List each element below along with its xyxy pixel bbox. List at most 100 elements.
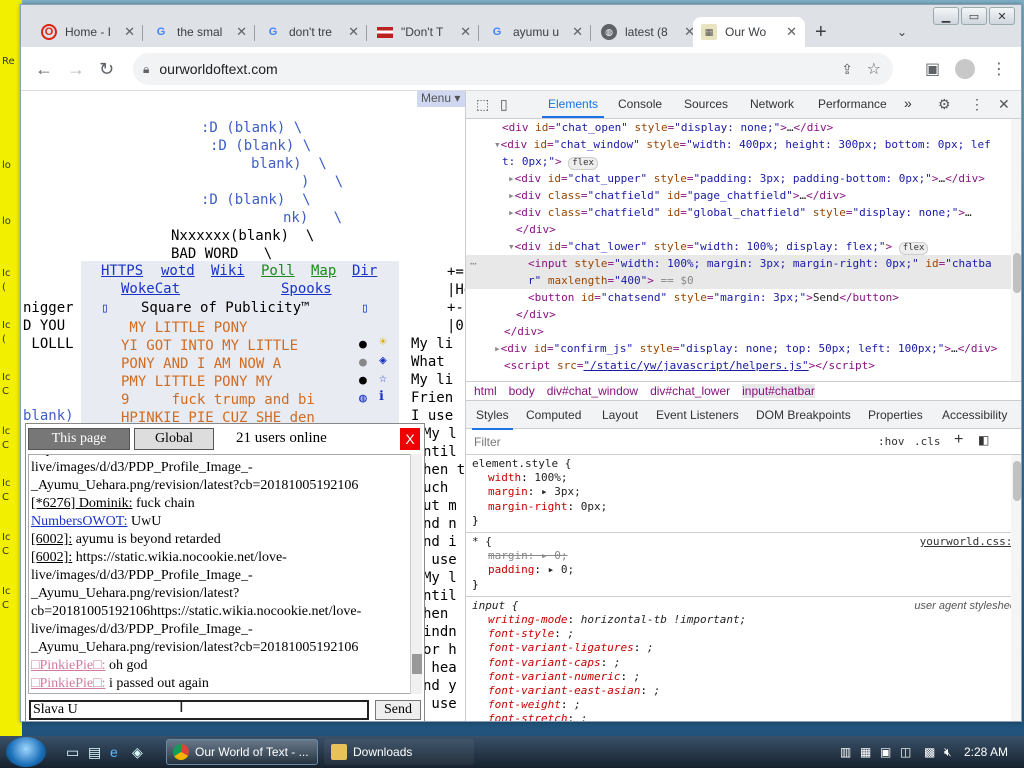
tab-latest[interactable]: ◍ latest (8 ✕ <box>593 17 703 47</box>
breadcrumb-item[interactable]: html <box>474 384 497 398</box>
chatbar-input[interactable] <box>29 700 369 720</box>
dom-node[interactable]: </div> <box>466 221 1021 238</box>
new-tab-button[interactable]: + <box>815 21 827 44</box>
cube-icon[interactable]: ◈ <box>132 744 143 761</box>
chat-close-button[interactable]: X <box>400 428 420 450</box>
device-toolbar-icon[interactable]: ▯ <box>500 96 508 113</box>
close-icon[interactable]: ✕ <box>786 24 797 40</box>
tab-ayumu[interactable]: G ayumu u ✕ <box>481 17 591 47</box>
tray-app-icon[interactable]: ▣ <box>880 745 891 759</box>
tab-layout[interactable]: Layout <box>602 408 638 422</box>
close-icon[interactable]: ✕ <box>124 24 135 40</box>
page-chatfield[interactable]: https://static.wikia.nocookie.net/love-l… <box>28 454 420 694</box>
link-poll[interactable]: Poll <box>261 263 295 279</box>
url-text[interactable]: ourworldoftext.com <box>159 61 277 77</box>
style-property[interactable]: margin: ▸ 3px; <box>472 485 1017 499</box>
kebab-menu-icon[interactable]: ⋮ <box>970 96 984 113</box>
chat-nick[interactable]: □PinkiePie□: <box>31 658 105 673</box>
dom-node[interactable]: t: 0px;"> flex <box>466 153 1021 170</box>
style-property[interactable]: font-variant-numeric: ; <box>472 670 1017 684</box>
reload-icon[interactable]: ↻ <box>99 59 114 80</box>
breadcrumb-item[interactable]: div#chat_window <box>547 384 638 398</box>
tab-computed[interactable]: Computed <box>526 408 581 422</box>
devtools-more-tabs[interactable]: » <box>904 95 912 111</box>
dom-tree[interactable]: <div id="chat_open" style="display: none… <box>466 119 1021 381</box>
side-panel-icon[interactable]: ▣ <box>925 59 940 79</box>
chat-nick[interactable]: [*6276] Dominik: <box>31 496 133 511</box>
style-property[interactable]: margin-right: 0px; <box>472 500 1017 514</box>
filter-input[interactable]: Filter <box>474 435 501 449</box>
dom-node[interactable]: ▾<div id="chat_lower" style="width: 100%… <box>466 238 1021 255</box>
lock-icon[interactable]: 🔒︎ <box>143 62 149 77</box>
address-bar[interactable]: 🔒︎ ourworldoftext.com ⇪ ☆ <box>133 53 893 85</box>
devtools-tab-elements[interactable]: Elements <box>541 97 605 118</box>
chat-send-button[interactable]: Send <box>375 700 421 720</box>
close-icon[interactable]: ✕ <box>236 24 247 40</box>
dom-node[interactable]: ▸<div class="chatfield" id="global_chatf… <box>466 204 1021 221</box>
taskbar-item-browser[interactable]: Our World of Text - ... <box>166 739 318 765</box>
ie-icon[interactable]: e <box>110 744 118 760</box>
breadcrumb-item[interactable]: body <box>509 384 535 398</box>
dom-node[interactable]: </div> <box>466 323 1021 340</box>
network-icon[interactable]: ▩ <box>924 745 935 759</box>
dom-node-selected[interactable]: r" maxlength="400"> == $0 <box>466 272 1021 289</box>
dom-node[interactable]: ▸<div id="confirm_js" style="display: no… <box>466 340 1021 357</box>
style-property[interactable]: font-style: ; <box>472 627 1017 641</box>
breadcrumb-item[interactable]: div#chat_lower <box>650 384 730 398</box>
taskbar-item-downloads[interactable]: Downloads <box>324 739 474 765</box>
forward-arrow-icon[interactable]: → <box>67 59 85 80</box>
owot-menu-button[interactable]: Menu ▾ <box>417 91 465 107</box>
switch-windows-icon[interactable]: ▤ <box>88 744 101 761</box>
link-wiki[interactable]: Wiki <box>211 263 245 279</box>
style-property[interactable]: width: 100%; <box>472 471 1017 485</box>
show-desktop-icon[interactable]: ▭ <box>66 744 79 761</box>
maximize-button[interactable]: ▭ <box>961 7 987 25</box>
share-icon[interactable]: ⇪ <box>841 61 853 78</box>
breadcrumb-item-current[interactable]: input#chatbar <box>742 384 815 398</box>
tab-accessibility[interactable]: Accessibility <box>942 408 1007 422</box>
dom-scrollbar[interactable] <box>1011 119 1021 381</box>
dom-node[interactable]: ▸<div id="chat_upper" style="padding: 3p… <box>466 170 1021 187</box>
style-property[interactable]: font-variant-caps: ; <box>472 656 1017 670</box>
chat-nick[interactable]: [6002]: <box>31 550 72 565</box>
tab-search-icon[interactable]: ⌄ <box>897 25 907 39</box>
tab-properties[interactable]: Properties <box>868 408 923 422</box>
cls-toggle[interactable]: .cls <box>914 435 941 448</box>
tab-dont-tre[interactable]: G don't tre ✕ <box>257 17 367 47</box>
tray-app-icon[interactable]: ◫ <box>900 745 911 759</box>
chat-tab-this-page[interactable]: This page <box>28 428 130 450</box>
toggle-sidebar-icon[interactable]: ◧ <box>978 433 989 447</box>
chat-nick[interactable]: [6002]: <box>31 532 72 547</box>
dom-node[interactable]: </div> <box>466 306 1021 323</box>
bookmark-star-icon[interactable]: ☆ <box>867 59 881 79</box>
volume-muted-icon[interactable]: 🔇︎ <box>944 745 952 760</box>
dom-node[interactable]: <button id="chatsend" style="margin: 3px… <box>466 289 1021 306</box>
chat-nick[interactable]: NumbersOWOT: <box>31 514 128 529</box>
tab-dom-breakpoints[interactable]: DOM Breakpoints <box>756 408 851 422</box>
dom-node[interactable]: <div id="chat_open" style="display: none… <box>466 119 1021 136</box>
chat-tab-global[interactable]: Global <box>134 428 214 450</box>
link-wotd[interactable]: wotd <box>161 263 195 279</box>
close-window-button[interactable]: ✕ <box>989 7 1015 25</box>
start-orb-icon[interactable] <box>6 737 46 767</box>
styles-scrollbar[interactable] <box>1011 455 1021 721</box>
back-arrow-icon[interactable]: ← <box>35 59 53 80</box>
devtools-tab-sources[interactable]: Sources <box>684 97 728 111</box>
owot-page[interactable]: Menu ▾ :D (blank) \ :D (blank) \ blank) … <box>21 91 465 721</box>
style-property[interactable]: font-stretch: ; <box>472 712 1017 721</box>
rule-source-link[interactable]: yourworld.css:1 <box>920 535 1019 549</box>
dom-node[interactable]: ▸<div class="chatfield" id="page_chatfie… <box>466 187 1021 204</box>
style-property-overridden[interactable]: margin: ▸ 0; <box>472 549 1017 563</box>
gear-icon[interactable]: ⚙ <box>938 96 951 113</box>
dom-node[interactable]: <script src="/static/yw/javascript/helpe… <box>466 357 1021 374</box>
inspect-element-icon[interactable]: ⬚ <box>476 96 489 113</box>
tab-event-listeners[interactable]: Event Listeners <box>656 408 739 422</box>
link-map[interactable]: Map <box>311 263 336 279</box>
tab-home[interactable]: O Home - I ✕ <box>33 17 143 47</box>
close-icon[interactable]: ✕ <box>572 24 583 40</box>
new-rule-button[interactable]: + <box>954 431 963 449</box>
style-property[interactable]: font-weight: ; <box>472 698 1017 712</box>
style-property[interactable]: font-variant-east-asian: ; <box>472 684 1017 698</box>
devtools-tab-network[interactable]: Network <box>750 97 794 111</box>
tab-the-smal[interactable]: G the smal ✕ <box>145 17 255 47</box>
